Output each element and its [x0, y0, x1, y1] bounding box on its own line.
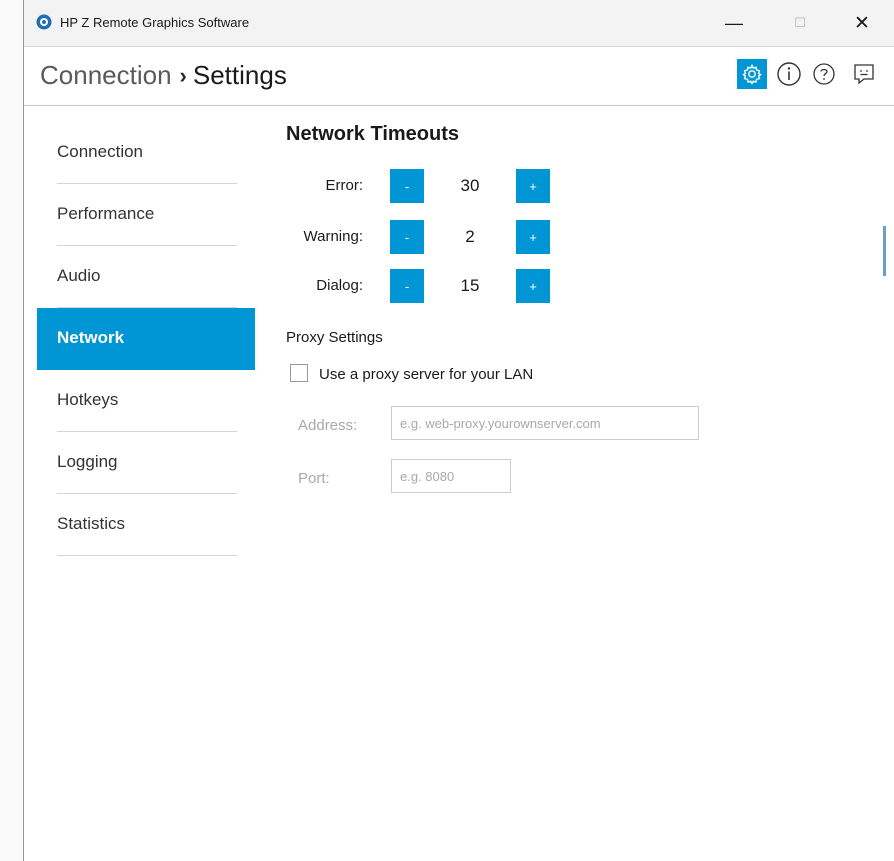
sidebar-item-label: Hotkeys — [57, 390, 119, 409]
scrollbar-thumb[interactable] — [883, 226, 886, 276]
breadcrumb-connection[interactable]: Connection — [40, 60, 172, 91]
app-window: HP Z Remote Graphics Software — ☐ ✕ Conn… — [23, 0, 894, 861]
settings-gear-icon[interactable] — [737, 59, 767, 89]
dialog-increment-button[interactable]: + — [516, 269, 550, 303]
warning-increment-button[interactable]: + — [516, 220, 550, 254]
use-proxy-label[interactable]: Use a proxy server for your LAN — [319, 366, 533, 383]
title-bar: HP Z Remote Graphics Software — ☐ ✕ — [24, 0, 894, 47]
sidebar-item-label: Performance — [57, 204, 155, 223]
page-header: Connection › Settings — [24, 47, 894, 106]
sidebar-item-label: Audio — [57, 266, 101, 285]
breadcrumb: Connection › Settings — [40, 60, 287, 91]
page-title: Settings — [192, 60, 287, 90]
sidebar-item-audio[interactable]: Audio — [37, 246, 255, 308]
address-label: Address: — [298, 417, 358, 434]
port-label: Port: — [298, 470, 330, 487]
warning-timeout-row: Warning: - 2 + — [286, 220, 550, 254]
sidebar-item-hotkeys[interactable]: Hotkeys — [37, 370, 255, 432]
error-increment-button[interactable]: + — [516, 169, 550, 203]
proxy-address-input[interactable]: e.g. web-proxy.yourownserver.com — [391, 406, 699, 440]
network-timeouts-heading: Network Timeouts — [286, 123, 459, 145]
dialog-decrement-button[interactable]: - — [390, 269, 424, 303]
sidebar-item-logging[interactable]: Logging — [37, 432, 255, 494]
breadcrumb-separator-icon: › — [179, 62, 187, 88]
sidebar-item-label: Statistics — [57, 514, 126, 533]
sidebar-item-network[interactable]: Network — [37, 308, 255, 370]
sidebar-item-statistics[interactable]: Statistics — [37, 494, 255, 556]
window-title: HP Z Remote Graphics Software — [60, 15, 250, 30]
help-icon[interactable] — [809, 59, 839, 89]
error-timeout-row: Error: - 30 + — [286, 169, 550, 203]
sidebar-item-performance[interactable]: Performance — [37, 184, 255, 246]
divider — [57, 555, 237, 556]
error-timeout-value[interactable]: 30 — [425, 169, 515, 203]
warning-decrement-button[interactable]: - — [390, 220, 424, 254]
use-proxy-checkbox[interactable] — [290, 364, 308, 382]
maximize-button[interactable]: ☐ — [780, 8, 820, 38]
dialog-timeout-value[interactable]: 15 — [425, 269, 515, 303]
error-timeout-label: Error: — [325, 177, 364, 194]
sidebar-item-connection[interactable]: Connection — [37, 122, 255, 184]
sidebar-item-label: Network — [57, 328, 125, 347]
warning-timeout-value[interactable]: 2 — [425, 220, 515, 254]
error-decrement-button[interactable]: - — [390, 169, 424, 203]
proxy-port-input[interactable]: e.g. 8080 — [391, 459, 511, 493]
dialog-timeout-row: Dialog: - 15 + — [286, 269, 550, 303]
close-button[interactable]: ✕ — [842, 8, 882, 38]
proxy-settings-heading: Proxy Settings — [286, 329, 383, 346]
settings-sidebar: Connection Performance Audio Network Hot… — [37, 122, 255, 556]
minimize-button[interactable]: — — [714, 8, 754, 38]
dialog-timeout-label: Dialog: — [316, 277, 363, 294]
desktop-edge — [0, 0, 23, 861]
info-icon[interactable] — [774, 59, 804, 89]
feedback-icon[interactable] — [849, 59, 879, 89]
sidebar-item-label: Connection — [57, 142, 144, 161]
warning-timeout-label: Warning: — [303, 228, 363, 245]
sidebar-item-label: Logging — [57, 452, 118, 471]
hp-app-icon — [36, 14, 52, 30]
